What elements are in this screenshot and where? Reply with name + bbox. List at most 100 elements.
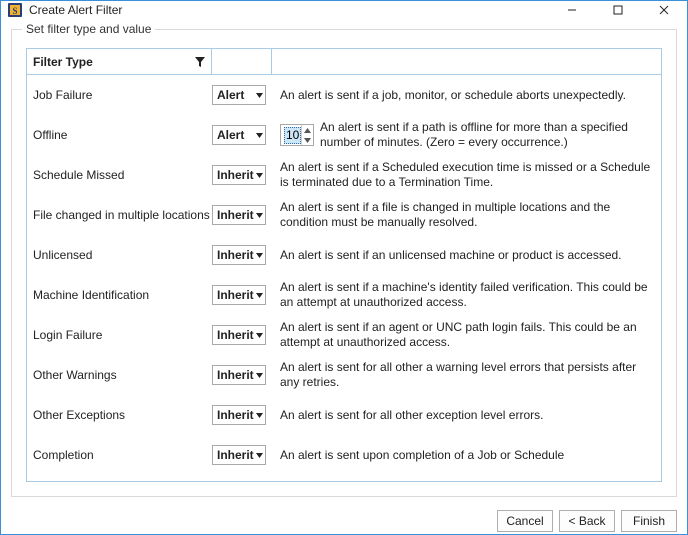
grid-row: File changed in multiple locationsInheri… <box>27 195 661 235</box>
titlebar: S Create Alert Filter <box>1 1 687 19</box>
offline-minutes-value[interactable]: 10 <box>281 125 301 145</box>
filter-type-cell: Other Warnings <box>27 368 212 382</box>
filter-value-select-label: Inherit <box>217 328 256 342</box>
filter-value-cell: Inherit <box>212 245 272 265</box>
offline-minutes-value-text: 10 <box>284 127 301 144</box>
finish-button[interactable]: Finish <box>621 510 677 532</box>
filter-value-select[interactable]: Inherit <box>212 285 266 305</box>
filter-description-cell: An alert is sent if an unlicensed machin… <box>272 248 661 263</box>
filter-value-cell: Inherit <box>212 205 272 225</box>
chevron-down-icon <box>256 172 263 179</box>
dialog-window: S Create Alert Filter Set filter type an… <box>0 0 688 535</box>
cancel-button[interactable]: Cancel <box>497 510 553 532</box>
filter-value-select-label: Inherit <box>217 448 256 462</box>
groupbox-legend: Set filter type and value <box>22 22 155 36</box>
filter-description-cell: An alert is sent if a file is changed in… <box>272 200 661 230</box>
filter-value-select[interactable]: Inherit <box>212 445 266 465</box>
filter-value-select-label: Alert <box>217 88 256 102</box>
grid-header-value[interactable] <box>212 49 272 75</box>
chevron-down-icon <box>256 212 263 219</box>
filter-value-select[interactable]: Inherit <box>212 365 266 385</box>
grid-row: Login Failure Inherit An alert is sent if … <box>27 315 661 355</box>
filter-value-select-label: Inherit <box>217 168 256 182</box>
filter-value-select[interactable]: Inherit <box>212 205 266 225</box>
filter-description-cell: An alert is sent if a machine's identity… <box>272 280 661 310</box>
filter-value-select-label: Inherit <box>217 288 256 302</box>
offline-minutes-wrap: 10 An alert is sent if a path is offline … <box>280 120 655 150</box>
chevron-down-icon <box>256 252 263 259</box>
filter-description-cell: An alert is sent upon completion of a Jo… <box>272 448 661 463</box>
filter-value-select-label: Inherit <box>217 408 256 422</box>
filter-type-cell: Job Failure <box>27 88 212 102</box>
filter-value-select-label: Inherit <box>217 208 256 222</box>
filter-value-select[interactable]: Inherit <box>212 245 266 265</box>
chevron-down-icon <box>256 372 263 379</box>
filter-type-cell: Offline <box>27 128 212 142</box>
back-button-label: < Back <box>568 514 605 528</box>
grid-row: Other Exceptions Inherit An alert is sent … <box>27 395 661 435</box>
grid-row: Schedule Missed Inherit An alert is sent i… <box>27 155 661 195</box>
filter-icon[interactable] <box>195 57 205 67</box>
minimize-button[interactable] <box>549 1 595 19</box>
close-button[interactable] <box>641 1 687 19</box>
dialog-footer: Cancel < Back Finish <box>1 507 687 534</box>
window-title: Create Alert Filter <box>29 3 549 17</box>
filter-type-cell: Login Failure <box>27 328 212 342</box>
filter-value-select[interactable]: Alert <box>212 125 266 145</box>
filter-description-cell: An alert is sent if a Scheduled executio… <box>272 160 661 190</box>
app-icon: S <box>7 2 23 18</box>
filter-value-select[interactable]: Inherit <box>212 325 266 345</box>
chevron-down-icon <box>256 452 263 459</box>
filter-type-cell: Completion <box>27 448 212 462</box>
filter-value-select-label: Alert <box>217 128 256 142</box>
filter-type-cell: Other Exceptions <box>27 408 212 422</box>
window-controls <box>549 1 687 19</box>
grid-row: Job Failure Alert An alert is sent if a jo… <box>27 75 661 115</box>
chevron-down-icon <box>256 292 263 299</box>
filter-value-select-label: Inherit <box>217 248 256 262</box>
grid-header-description[interactable] <box>272 49 661 75</box>
filter-value-cell: Alert <box>212 125 272 145</box>
filter-value-cell: Alert <box>212 85 272 105</box>
filter-type-cell: Schedule Missed <box>27 168 212 182</box>
filter-description-cell: An alert is sent if a job, monitor, or s… <box>272 88 661 103</box>
grid-header-filter-type[interactable]: Filter Type <box>27 49 212 75</box>
filter-value-select[interactable]: Inherit <box>212 405 266 425</box>
spinner-up-button[interactable] <box>302 125 313 135</box>
offline-minutes-spinner[interactable]: 10 <box>280 124 314 146</box>
finish-button-label: Finish <box>633 514 665 528</box>
filter-grid: Filter Type Job Failure Alert <box>26 48 662 482</box>
cancel-button-label: Cancel <box>506 514 543 528</box>
filter-description-cell: An alert is sent for all other exception… <box>272 408 661 423</box>
filter-type-cell: Unlicensed <box>27 248 212 262</box>
grid-row: Unlicensed Inherit An alert is sent if an … <box>27 235 661 275</box>
grid-header-filter-type-label: Filter Type <box>33 55 195 69</box>
grid-row: Other Warnings Inherit An alert is sent fo… <box>27 355 661 395</box>
chevron-down-icon <box>256 412 263 419</box>
spinner-buttons <box>301 125 313 145</box>
chevron-down-icon <box>256 132 263 139</box>
filter-value-select[interactable]: Inherit <box>212 165 266 185</box>
grid-row: Completion Inherit An alert is sent upon c… <box>27 435 661 475</box>
spinner-down-button[interactable] <box>302 135 313 145</box>
chevron-down-icon <box>256 332 263 339</box>
filter-value-cell: Inherit <box>212 365 272 385</box>
svg-text:S: S <box>12 6 17 16</box>
groupbox-filter-settings: Set filter type and value Filter Type <box>11 29 677 497</box>
chevron-down-icon <box>256 92 263 99</box>
grid-header-row: Filter Type <box>27 49 661 75</box>
maximize-button[interactable] <box>595 1 641 19</box>
filter-value-cell: Inherit <box>212 405 272 425</box>
back-button[interactable]: < Back <box>559 510 615 532</box>
filter-value-cell: Inherit <box>212 445 272 465</box>
filter-value-select[interactable]: Alert <box>212 85 266 105</box>
filter-value-select-label: Inherit <box>217 368 256 382</box>
filter-value-cell: Inherit <box>212 325 272 345</box>
filter-value-cell: Inherit <box>212 285 272 305</box>
filter-type-cell: Machine Identification <box>27 288 212 302</box>
filter-value-cell: Inherit <box>212 165 272 185</box>
filter-description-text: An alert is sent if a path is offline fo… <box>320 120 655 150</box>
filter-description-cell: An alert is sent for all other a warning… <box>272 360 661 390</box>
filter-description-cell: An alert is sent if an agent or UNC path… <box>272 320 661 350</box>
grid-row: Machine Identification Inherit An alert is… <box>27 275 661 315</box>
